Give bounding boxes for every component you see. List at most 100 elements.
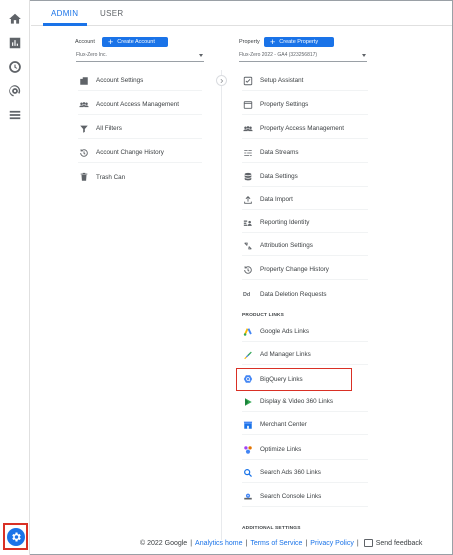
- menu-item-label: Setup Assistant: [260, 77, 304, 84]
- property-selected-value: Flux-Zero 2022 - GA4 (323256817): [239, 52, 318, 58]
- history-icon: [78, 147, 90, 159]
- menu-item-data-streams[interactable]: Data Streams: [242, 143, 368, 163]
- menu-item-label: Display & Video 360 Links: [260, 398, 334, 405]
- menu-item-label: Google Ads Links: [260, 328, 310, 335]
- menu-item-account-access[interactable]: Account Access Management: [78, 95, 202, 115]
- home-icon[interactable]: [7, 11, 23, 27]
- menu-item-label: Account Access Management: [96, 101, 179, 108]
- create-property-button[interactable]: + Create Property: [264, 37, 334, 47]
- plus-icon: +: [108, 36, 114, 47]
- footer-separator: |: [190, 539, 193, 547]
- menu-item-data-settings[interactable]: Data Settings: [242, 167, 368, 187]
- menu-item-label: Account Change History: [96, 149, 164, 156]
- menu-item-label: Data Settings: [260, 173, 298, 180]
- nav-rail: [0, 0, 30, 555]
- menu-item-data-deletion-requests[interactable]: Dd Data Deletion Requests: [242, 284, 368, 304]
- admin-settings-button[interactable]: [3, 523, 28, 550]
- menu-item-label: Data Import: [260, 196, 293, 203]
- footer-send-feedback-link[interactable]: Send feedback: [376, 540, 423, 547]
- filter-icon: [78, 123, 90, 135]
- menu-item-label: Property Change History: [260, 266, 329, 273]
- menu-item-label: Attribution Settings: [260, 242, 313, 249]
- footer-separator: |: [245, 539, 248, 547]
- footer-separator: |: [305, 539, 308, 547]
- footer-copyright: © 2022 Google: [140, 539, 188, 547]
- footer-separator: |: [356, 539, 359, 547]
- menu-item-search-ads-360-links[interactable]: Search Ads 360 Links: [242, 463, 368, 483]
- svg-text:Dd: Dd: [243, 292, 250, 298]
- menu-item-label: Data Deletion Requests: [260, 290, 327, 298]
- create-account-button[interactable]: + Create Account: [102, 37, 168, 47]
- menu-item-account-change-history[interactable]: Account Change History: [78, 143, 202, 163]
- menu-item-setup-assistant[interactable]: Setup Assistant: [242, 71, 368, 91]
- chevron-down-icon: [362, 54, 366, 57]
- admin-tabs: ADMIN USER: [31, 0, 452, 26]
- attribution-icon: [242, 240, 254, 252]
- trash-icon: [78, 171, 90, 183]
- reports-icon[interactable]: [7, 35, 23, 51]
- configure-icon[interactable]: [7, 107, 23, 123]
- menu-item-attribution-settings[interactable]: Attribution Settings: [242, 236, 368, 256]
- page-footer: © 2022 Google | Analytics home | Terms o…: [140, 539, 422, 547]
- active-tab-indicator: [43, 23, 87, 26]
- menu-item-label: Search Console Links: [260, 493, 322, 500]
- menu-item-all-filters[interactable]: All Filters: [78, 119, 202, 139]
- ad-manager-icon: [242, 349, 254, 361]
- optimize-icon: [242, 444, 254, 456]
- account-selected-value: Flux-Zero Inc.: [76, 52, 107, 58]
- identity-icon: [242, 217, 254, 229]
- building-icon: [78, 75, 90, 87]
- menu-item-optimize-links[interactable]: Optimize Links: [242, 440, 368, 460]
- menu-item-account-settings[interactable]: Account Settings: [78, 71, 202, 91]
- menu-item-property-change-history[interactable]: Property Change History: [242, 260, 368, 280]
- menu-item-label: Property Settings: [260, 101, 309, 108]
- menu-item-ad-manager-links[interactable]: Ad Manager Links: [242, 345, 368, 365]
- create-account-label: Create Account: [117, 39, 155, 45]
- google-ads-icon: [242, 326, 254, 338]
- menu-item-label: Reporting Identity: [260, 219, 310, 226]
- arrow-right-icon: [220, 78, 223, 83]
- chevron-down-icon: [199, 54, 203, 57]
- dv360-icon: [242, 396, 254, 408]
- menu-item-label: Merchant Center: [260, 421, 307, 428]
- feedback-icon: [363, 539, 373, 547]
- additional-settings-heading: ADDITIONAL SETTINGS: [242, 526, 301, 531]
- advertising-icon[interactable]: [7, 83, 23, 99]
- column-divider: [221, 70, 222, 540]
- menu-item-merchant-center[interactable]: Merchant Center: [242, 415, 368, 435]
- menu-item-label: Account Settings: [96, 77, 144, 84]
- search-console-icon: [242, 491, 254, 503]
- footer-terms-link[interactable]: Terms of Service: [250, 540, 302, 547]
- merchant-center-icon: [242, 419, 254, 431]
- checkbox-icon: [242, 75, 254, 87]
- menu-item-data-import[interactable]: Data Import: [242, 190, 368, 210]
- settings-window-icon: [242, 99, 254, 111]
- streams-icon: [242, 147, 254, 159]
- menu-item-label: All Filters: [96, 125, 122, 132]
- menu-item-reporting-identity[interactable]: Reporting Identity: [242, 213, 368, 233]
- explore-icon[interactable]: [7, 59, 23, 75]
- menu-item-label: Search Ads 360 Links: [260, 469, 321, 476]
- menu-item-label: Property Access Management: [260, 125, 344, 132]
- account-selector[interactable]: Flux-Zero Inc.: [76, 52, 204, 62]
- tab-user[interactable]: USER: [100, 9, 123, 18]
- menu-item-search-console-links[interactable]: Search Console Links: [242, 487, 368, 507]
- database-icon: [242, 171, 254, 183]
- tab-admin[interactable]: ADMIN: [51, 9, 78, 18]
- plus-icon: +: [270, 36, 276, 47]
- menu-item-trash-can[interactable]: Trash Can: [78, 167, 202, 187]
- menu-item-dv360-links[interactable]: Display & Video 360 Links: [242, 392, 368, 412]
- menu-item-google-ads-links[interactable]: Google Ads Links: [242, 322, 368, 342]
- menu-item-property-access[interactable]: Property Access Management: [242, 119, 368, 139]
- menu-item-property-settings[interactable]: Property Settings: [242, 95, 368, 115]
- footer-privacy-link[interactable]: Privacy Policy: [310, 540, 354, 547]
- people-icon: [242, 123, 254, 135]
- create-property-label: Create Property: [279, 39, 319, 45]
- account-column-label: Account: [75, 39, 95, 45]
- footer-analytics-home-link[interactable]: Analytics home: [195, 540, 242, 547]
- property-selector[interactable]: Flux-Zero 2022 - GA4 (323256817): [239, 52, 367, 62]
- bigquery-highlight-box: [236, 368, 352, 391]
- collapse-toggle[interactable]: [216, 75, 227, 86]
- menu-item-label: Trash Can: [96, 173, 126, 181]
- people-icon: [78, 99, 90, 111]
